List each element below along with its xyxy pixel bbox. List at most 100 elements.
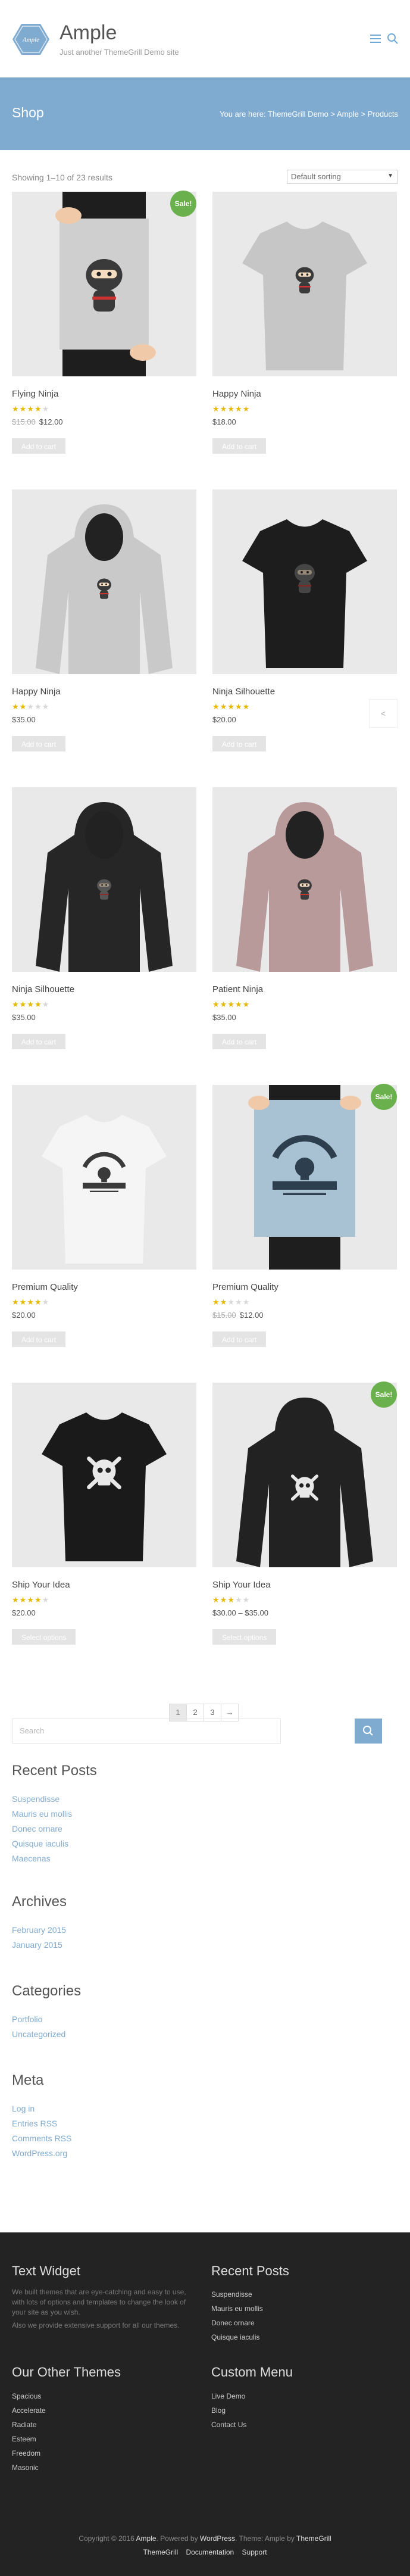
site-title[interactable]: Ample (60, 21, 117, 45)
theme-link[interactable]: Masonic (12, 2463, 39, 2472)
product-title[interactable]: Premium Quality (12, 1282, 196, 1294)
product-price: $15.00 $12.00 (212, 1311, 397, 1321)
copyright: Copyright © 2016 Ample. Powered by WordP… (0, 2534, 410, 2543)
search-icon (363, 1726, 373, 1736)
search-input[interactable]: Search (12, 1719, 281, 1744)
product-image[interactable] (12, 192, 196, 376)
product-title[interactable]: Flying Ninja (12, 389, 196, 401)
recent-post-link[interactable]: Donec ornare (12, 1824, 62, 1833)
breadcrumb-separator: > (361, 110, 366, 118)
breadcrumb-home[interactable]: ThemeGrill Demo (268, 110, 328, 118)
site-logo[interactable]: Ample (12, 23, 50, 56)
current-price: $35.00 (12, 715, 36, 724)
product-image[interactable] (12, 489, 196, 674)
footer-recent-link[interactable]: Quisque iaculis (211, 2333, 259, 2341)
add-to-cart-button[interactable]: Add to cart (12, 1331, 66, 1347)
add-to-cart-button[interactable]: Add to cart (212, 1331, 267, 1347)
star-rating: ★★★★★ (212, 1000, 251, 1009)
product-image[interactable] (12, 1383, 196, 1567)
archive-link[interactable]: January 2015 (12, 1940, 62, 1950)
product-card: Happy Ninja ★★★★★ $35.00 Add to cart (12, 489, 196, 751)
add-to-cart-button[interactable]: Add to cart (12, 736, 66, 751)
star-rating: ★★★★★ (12, 1000, 50, 1009)
wordpress-link[interactable]: WordPress (200, 2534, 235, 2543)
product-title[interactable]: Ninja Silhouette (212, 687, 397, 698)
current-price: $18.00 (212, 417, 236, 426)
star-rating: ★★★★★ (12, 1298, 50, 1306)
add-to-cart-button[interactable]: Select options (12, 1629, 76, 1645)
powered-text: . Powered by (156, 2534, 198, 2543)
product-title[interactable]: Happy Ninja (12, 687, 196, 698)
add-to-cart-button[interactable]: Add to cart (212, 1034, 267, 1049)
footer-menu-documentation[interactable]: Documentation (186, 2548, 234, 2556)
product-title[interactable]: Ninja Silhouette (12, 984, 196, 996)
current-price: $20.00 (12, 1608, 36, 1617)
theme-link[interactable]: Accelerate (12, 2406, 46, 2415)
breadcrumb-ample[interactable]: Ample (337, 110, 359, 118)
theme-link[interactable]: Radiate (12, 2421, 36, 2429)
product-image[interactable] (212, 192, 397, 376)
product-grid: < Sale! Flying Ninja ★★★★★ $15.00 $12.00 … (0, 191, 410, 1680)
product-card: Ninja Silhouette ★★★★★ $35.00 Add to car… (12, 787, 196, 1049)
themegrill-link[interactable]: ThemeGrill (296, 2534, 331, 2543)
breadcrumb-current: Products (367, 110, 398, 118)
site-header: Ample Ample Just another ThemeGrill Demo… (0, 0, 410, 77)
recent-posts-title: Recent Posts (12, 1763, 97, 1779)
category-link[interactable]: Uncategorized (12, 2029, 65, 2039)
product-image[interactable] (212, 787, 397, 972)
sorting-select[interactable]: Default sorting ▼ (287, 170, 398, 184)
theme-link[interactable]: Spacious (12, 2392, 41, 2400)
meta-link[interactable]: Entries RSS (12, 2119, 57, 2128)
search-icon[interactable] (387, 33, 399, 45)
add-to-cart-button[interactable]: Add to cart (212, 438, 267, 454)
theme-link[interactable]: Esteem (12, 2435, 36, 2443)
add-to-cart-button[interactable]: Add to cart (212, 736, 267, 751)
footer-recent-link[interactable]: Donec ornare (211, 2319, 255, 2327)
meta-link[interactable]: Comments RSS (12, 2134, 71, 2143)
current-price: $12.00 (239, 1311, 264, 1320)
product-title[interactable]: Patient Ninja (212, 984, 397, 996)
meta-link[interactable]: Log in (12, 2104, 35, 2113)
footer-menu-themegrill[interactable]: ThemeGrill (143, 2548, 178, 2556)
theme-text: . Theme: Ample by (235, 2534, 295, 2543)
custom-menu-link[interactable]: Blog (211, 2406, 226, 2415)
recent-post-link[interactable]: Suspendisse (12, 1794, 60, 1804)
recent-post-link[interactable]: Quisque iaculis (12, 1839, 68, 1848)
custom-menu-link[interactable]: Contact Us (211, 2421, 246, 2429)
result-count: Showing 1–10 of 23 results (12, 173, 112, 182)
page-title: Shop (12, 105, 44, 120)
breadcrumb: You are here: ThemeGrill Demo > Ample > … (220, 110, 398, 118)
product-image[interactable] (212, 1383, 397, 1567)
hamburger-menu-icon[interactable] (370, 35, 381, 44)
recent-post-link[interactable]: Mauris eu mollis (12, 1809, 72, 1819)
product-image[interactable] (12, 1085, 196, 1270)
product-card: Ship Your Idea ★★★★★ $20.00 Select optio… (12, 1383, 196, 1645)
chevron-down-icon: ▼ (387, 173, 393, 179)
add-to-cart-button[interactable]: Add to cart (12, 438, 66, 454)
product-title[interactable]: Happy Ninja (212, 389, 397, 401)
text-widget-body: Also we provide extensive support for al… (12, 2321, 180, 2329)
product-image[interactable] (212, 1085, 397, 1270)
footer-menu-support[interactable]: Support (242, 2548, 267, 2556)
footer-recent-link[interactable]: Suspendisse (211, 2290, 252, 2299)
archive-link[interactable]: February 2015 (12, 1925, 66, 1935)
add-to-cart-button[interactable]: Add to cart (12, 1034, 66, 1049)
custom-menu-link[interactable]: Live Demo (211, 2392, 245, 2400)
category-link[interactable]: Portfolio (12, 2014, 42, 2024)
product-image[interactable] (12, 787, 196, 972)
theme-link[interactable]: Freedom (12, 2449, 40, 2458)
copyright-site-link[interactable]: Ample (136, 2534, 157, 2543)
product-image[interactable] (212, 489, 397, 674)
product-card: Sale! Premium Quality ★★★★★ $15.00 $12.00… (212, 1084, 397, 1347)
footer-recent-link[interactable]: Mauris eu mollis (211, 2304, 263, 2313)
recent-post-link[interactable]: Maecenas (12, 1854, 51, 1863)
product-price: $35.00 (12, 715, 196, 726)
current-price: $35.00 (212, 1013, 236, 1022)
product-title[interactable]: Premium Quality (212, 1282, 397, 1294)
product-title[interactable]: Ship Your Idea (212, 1580, 397, 1592)
add-to-cart-button[interactable]: Select options (212, 1629, 277, 1645)
product-title[interactable]: Ship Your Idea (12, 1580, 196, 1592)
meta-link[interactable]: WordPress.org (12, 2148, 67, 2158)
search-button[interactable] (355, 1719, 382, 1744)
star-rating: ★★★★★ (12, 702, 50, 711)
